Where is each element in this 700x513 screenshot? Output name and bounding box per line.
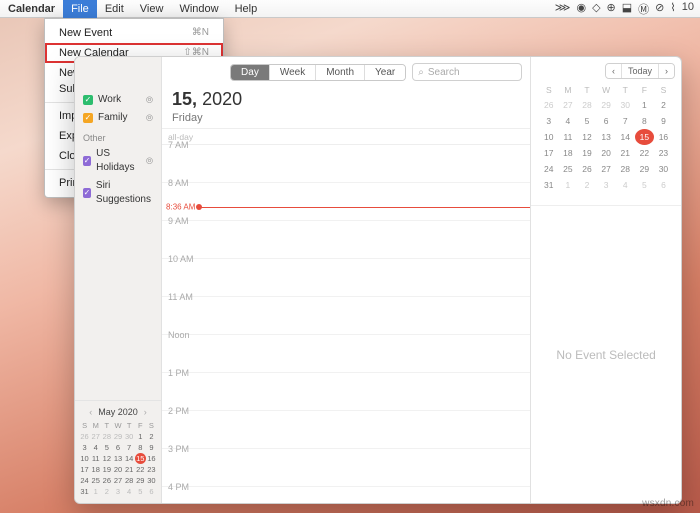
mini-prev-icon[interactable]: ‹: [89, 407, 92, 417]
tray-icon[interactable]: Ⓜ: [638, 1, 649, 17]
calendar-family[interactable]: ✓ Family ⦾: [75, 109, 161, 127]
right-month[interactable]: SMTWTFS262728293012345678910111213141516…: [531, 79, 681, 199]
current-time-label: 8:36 AM: [166, 203, 195, 212]
menu-help[interactable]: Help: [227, 0, 266, 18]
next-day-button[interactable]: ›: [659, 64, 674, 78]
menu-file[interactable]: File: [63, 0, 97, 18]
calendar-siri[interactable]: ✓ Siri Suggestions: [75, 177, 161, 209]
tray-icon[interactable]: ◇: [592, 1, 600, 17]
menu-view[interactable]: View: [132, 0, 172, 18]
checkbox-icon[interactable]: ✓: [83, 156, 91, 166]
toolbar: Day Week Month Year ⌕ Search: [162, 57, 530, 87]
tray-icon[interactable]: ⋙: [555, 1, 571, 17]
menu-edit[interactable]: Edit: [97, 0, 132, 18]
search-input[interactable]: ⌕ Search: [412, 63, 522, 81]
current-time-line: [200, 207, 530, 208]
broadcast-icon: ⦾: [146, 154, 153, 168]
date-header: 15, 2020 Friday: [162, 87, 530, 128]
watermark: wsxdn.com: [642, 498, 694, 509]
sidebar: ✓ Work ⦾ ✓ Family ⦾ Other ✓ US Holidays …: [75, 57, 162, 503]
allday-row[interactable]: all-day: [162, 129, 530, 145]
tray-time[interactable]: 10: [682, 1, 694, 17]
inspector-pane: ‹ Today › SMTWTFS26272829301234567891011…: [531, 57, 681, 503]
calendar-work[interactable]: ✓ Work ⦾: [75, 91, 161, 109]
prev-day-button[interactable]: ‹: [606, 64, 622, 78]
checkbox-icon[interactable]: ✓: [83, 188, 91, 198]
mini-month-grid[interactable]: SMTWTFS262728293012345678910111213141516…: [79, 420, 157, 497]
sidebar-group-other: Other: [75, 127, 161, 145]
day-view[interactable]: all-day 7 AM8 AM9 AM10 AM11 AMNoon1 PM2 …: [162, 128, 530, 503]
view-segmented-control: Day Week Month Year: [230, 64, 406, 81]
menu-new-event[interactable]: New Event⌘N: [45, 23, 223, 43]
wifi-icon[interactable]: ⌇: [670, 1, 675, 17]
mini-month-title: May 2020: [98, 407, 138, 417]
calendar-us-holidays[interactable]: ✓ US Holidays ⦾: [75, 145, 161, 177]
mini-next-icon[interactable]: ›: [144, 407, 147, 417]
no-event-placeholder: No Event Selected: [531, 205, 681, 503]
mini-month: ‹ May 2020 › SMTWTFS26272829301234567891…: [75, 400, 161, 503]
tray-icon[interactable]: ⊘: [655, 1, 664, 17]
view-month[interactable]: Month: [316, 65, 365, 80]
menu-window[interactable]: Window: [171, 0, 226, 18]
system-menubar: Calendar File Edit View Window Help ⋙ ◉ …: [0, 0, 700, 18]
broadcast-icon: ⦾: [146, 111, 153, 125]
view-week[interactable]: Week: [270, 65, 316, 80]
calendar-window: ✓ Work ⦾ ✓ Family ⦾ Other ✓ US Holidays …: [74, 56, 682, 504]
dropbox-icon[interactable]: ⬓: [622, 1, 632, 17]
checkbox-icon[interactable]: ✓: [83, 113, 93, 123]
tray-icon[interactable]: ◉: [576, 1, 586, 17]
checkbox-icon[interactable]: ✓: [83, 95, 93, 105]
app-name: Calendar: [0, 3, 63, 15]
search-icon: ⌕: [418, 67, 424, 78]
today-nav: ‹ Today ›: [605, 63, 675, 79]
today-button[interactable]: Today: [622, 64, 659, 78]
view-year[interactable]: Year: [365, 65, 405, 80]
main-content: Day Week Month Year ⌕ Search 15, 2020 Fr…: [162, 57, 531, 503]
system-tray: ⋙ ◉ ◇ ⊕ ⬓ Ⓜ ⊘ ⌇ 10: [555, 1, 700, 17]
broadcast-icon: ⦾: [146, 93, 153, 107]
view-day[interactable]: Day: [231, 65, 270, 80]
tray-icon[interactable]: ⊕: [607, 1, 616, 17]
